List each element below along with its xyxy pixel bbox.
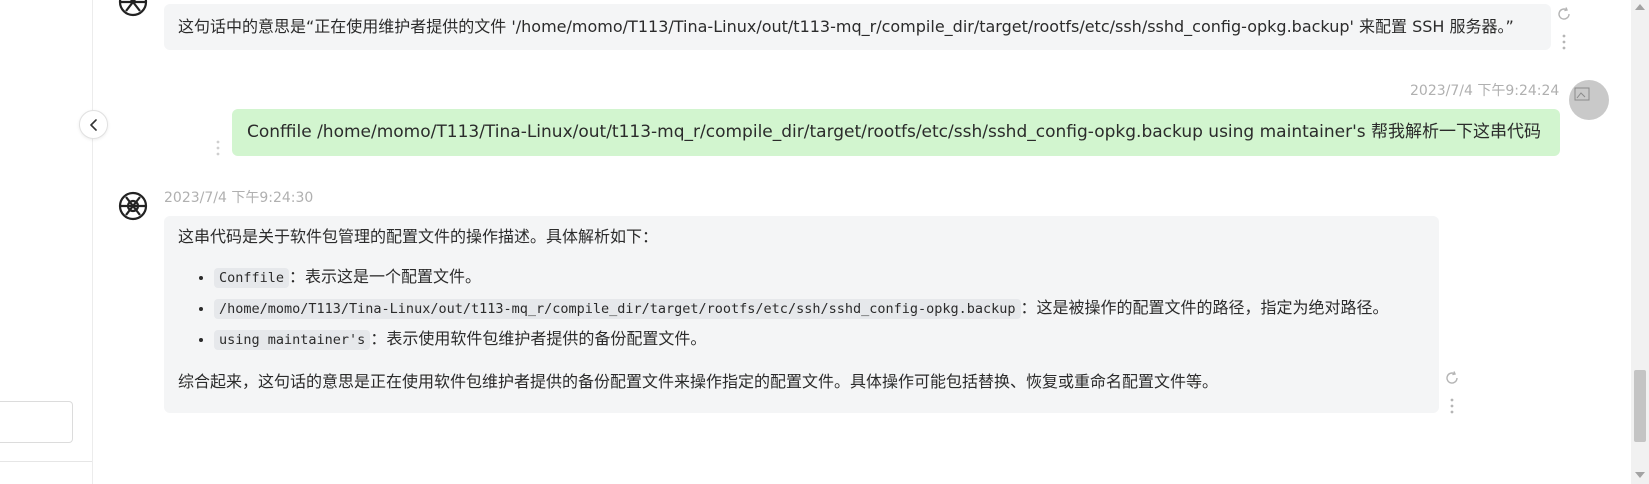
sidebar: [0, 0, 93, 484]
inline-code: using maintainer's: [214, 330, 371, 350]
inline-code: Conffile: [214, 268, 290, 288]
refresh-icon[interactable]: [1556, 6, 1572, 22]
user-message-text: Conffile /home/momo/T113/Tina-Linux/out/…: [247, 122, 1542, 142]
bot-reply-intro: 这串代码是关于软件包管理的配置文件的操作描述。具体解析如下：: [178, 227, 659, 246]
list-item-desc: ：表示使用软件包维护者提供的备份配置文件。: [370, 329, 707, 348]
inline-code: /home/momo/T113/Tina-Linux/out/t113-mq_r…: [214, 299, 1021, 319]
sidebar-input[interactable]: [0, 401, 73, 443]
openai-logo-icon: [118, 191, 148, 221]
bot-message-bubble: 这句话中的意思是“正在使用维护者提供的文件 '/home/momo/T113/T…: [164, 4, 1551, 50]
more-vertical-icon[interactable]: [1449, 397, 1455, 415]
list-item-desc: ：表示这是一个配置文件。: [289, 267, 482, 286]
list-item: /home/momo/T113/Tina-Linux/out/t113-mq_r…: [214, 293, 1425, 324]
list-item: using maintainer's：表示使用软件包维护者提供的备份配置文件。: [214, 324, 1425, 355]
sidebar-divider: [0, 461, 92, 462]
user-avatar: [1569, 80, 1609, 120]
bot-reply-list: Conffile：表示这是一个配置文件。 /home/momo/T113/Tin…: [178, 262, 1425, 355]
scrollbar-thumb[interactable]: [1634, 370, 1646, 442]
bot-reply-summary: 综合起来，这句话的意思是正在使用软件包维护者提供的备份配置文件来操作指定的配置文…: [178, 372, 1219, 391]
list-item-desc: ：这是被操作的配置文件的路径，指定为绝对路径。: [1020, 298, 1389, 317]
bot-message-text: 这句话中的意思是“正在使用维护者提供的文件 '/home/momo/T113/T…: [178, 17, 1514, 36]
user-message-timestamp: 2023/7/4 下午9:24:24: [1410, 83, 1560, 99]
broken-image-icon: [1574, 87, 1590, 101]
collapse-sidebar-button[interactable]: [79, 110, 108, 139]
chevron-left-icon: [89, 118, 97, 131]
vertical-scrollbar[interactable]: [1631, 0, 1649, 484]
scroll-down-arrow-icon[interactable]: [1635, 472, 1645, 478]
openai-logo-icon: [118, 0, 148, 17]
scroll-up-arrow-icon[interactable]: [1635, 4, 1645, 10]
bot-reply-bubble: 这串代码是关于软件包管理的配置文件的操作描述。具体解析如下： Conffile：…: [164, 216, 1439, 413]
refresh-icon[interactable]: [1444, 370, 1460, 386]
more-vertical-icon[interactable]: [215, 139, 221, 157]
more-vertical-icon[interactable]: [1561, 33, 1567, 51]
bot-reply-timestamp: 2023/7/4 下午9:24:30: [164, 190, 314, 206]
user-message-bubble: Conffile /home/momo/T113/Tina-Linux/out/…: [232, 109, 1560, 156]
list-item: Conffile：表示这是一个配置文件。: [214, 262, 1425, 293]
